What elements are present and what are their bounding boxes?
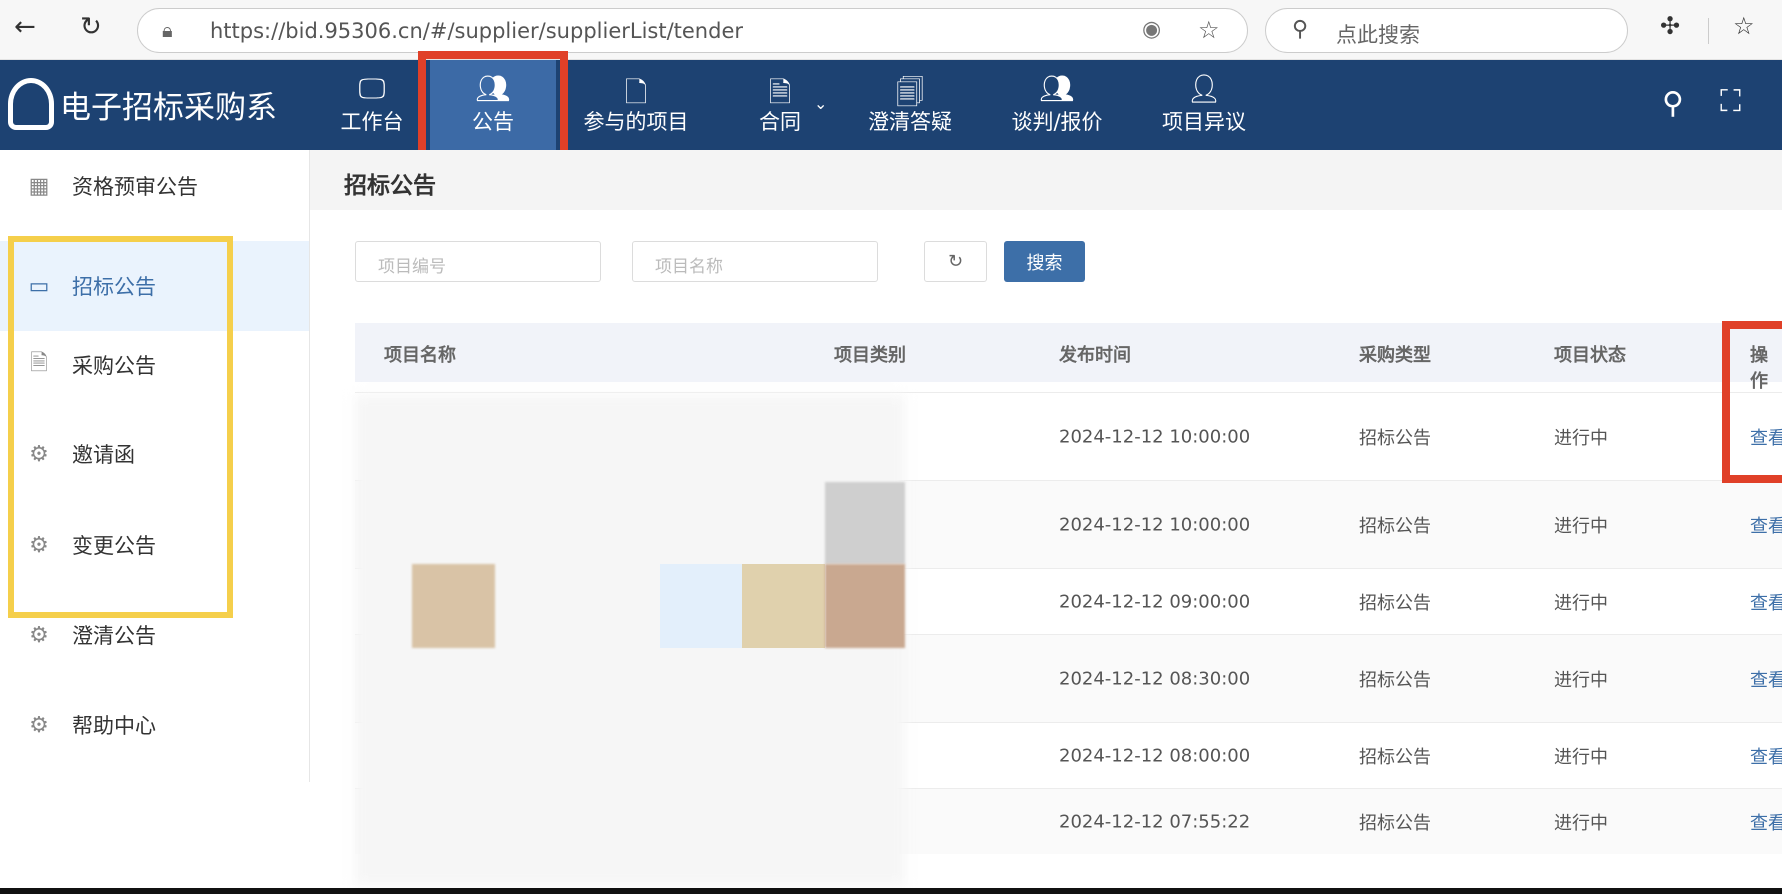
browser-toolbar: ← ↻ 🔒︎ https://bid.95306.cn/#/supplier/s… xyxy=(0,0,1782,60)
refresh-icon: ↻ xyxy=(947,251,964,272)
gear-icon: ⚙ xyxy=(29,712,49,738)
project-status: 进行中 xyxy=(1554,746,1608,768)
project-status: 进行中 xyxy=(1554,669,1608,691)
nav-label: 项目异议 xyxy=(1162,110,1246,134)
extensions-icon[interactable]: ✣ xyxy=(1660,12,1680,40)
publish-time: 2024-12-12 09:00:00 xyxy=(1059,591,1251,612)
chevron-down-icon[interactable]: ⌄ xyxy=(814,94,827,113)
fullscreen-icon[interactable]: ⛶ xyxy=(1720,84,1741,119)
users-icon: 👥︎ xyxy=(1039,72,1075,105)
redacted-block xyxy=(825,564,905,648)
logo: 电子招标采购系 xyxy=(8,78,277,130)
sidebar-item-label: 澄清公告 xyxy=(72,624,156,648)
publish-time: 2024-12-12 08:00:00 xyxy=(1059,745,1251,766)
nav-item-objection[interactable]: 👤︎ 项目异议 xyxy=(1150,60,1258,150)
project-status: 进行中 xyxy=(1554,427,1608,449)
project-status: 进行中 xyxy=(1554,592,1608,614)
view-link[interactable]: 查看 xyxy=(1750,512,1782,538)
sidebar-item-help[interactable]: ⚙ 帮助中心 xyxy=(0,680,309,770)
back-icon[interactable]: ← xyxy=(14,12,36,42)
publish-time: 2024-12-12 08:30:00 xyxy=(1059,668,1251,689)
view-link[interactable]: 查看 xyxy=(1750,809,1782,835)
redacted-block xyxy=(412,564,495,648)
highlight-nav-announcement xyxy=(418,51,568,161)
favorites-icon[interactable]: ☆ xyxy=(1733,12,1755,40)
col-header-time: 发布时间 xyxy=(1059,345,1131,366)
page-title: 招标公告 xyxy=(344,173,436,199)
col-header-category: 项目类别 xyxy=(834,345,906,366)
sidebar-item-label: 帮助中心 xyxy=(72,714,156,738)
nav-item-clarification[interactable]: 🗐︎ 澄清答疑 xyxy=(860,60,960,150)
address-bar[interactable]: 🔒︎ https://bid.95306.cn/#/supplier/suppl… xyxy=(137,8,1248,53)
sidebar-item-label: 资格预审公告 xyxy=(72,175,198,199)
highlight-action-column xyxy=(1722,321,1782,483)
procurement-type: 招标公告 xyxy=(1359,812,1431,834)
procurement-type: 招标公告 xyxy=(1359,669,1431,691)
star-icon[interactable]: ☆ xyxy=(1198,16,1220,44)
procurement-type: 招标公告 xyxy=(1359,592,1431,614)
nav-item-negotiation[interactable]: 👥︎ 谈判/报价 xyxy=(1000,60,1114,150)
sidebar-item-prequalification[interactable]: ▦ 资格预审公告 xyxy=(0,141,309,231)
browser-search[interactable]: ⚲ 点此搜索 xyxy=(1265,8,1628,53)
document-icon: 🗋︎ xyxy=(624,76,648,109)
project-status: 进行中 xyxy=(1554,515,1608,537)
search-icon[interactable]: ⚲ xyxy=(1662,86,1684,121)
edge-icon[interactable]: ◉ xyxy=(1142,17,1161,42)
reset-button[interactable]: ↻ xyxy=(924,241,987,282)
highlight-sidebar xyxy=(8,236,233,618)
grid-icon: ▦ xyxy=(28,173,50,199)
redacted-block xyxy=(742,564,825,648)
monitor-icon: 🖵︎ xyxy=(358,72,386,105)
view-link[interactable]: 查看 xyxy=(1750,589,1782,615)
nav-item-workbench[interactable]: 🖵︎ 工作台 xyxy=(322,60,422,150)
search-icon: ⚲ xyxy=(1292,17,1309,42)
project-name-input[interactable]: 项目名称 xyxy=(632,241,878,282)
url-text: https://bid.95306.cn/#/supplier/supplier… xyxy=(210,19,743,43)
gear-icon: ⚙ xyxy=(29,622,49,648)
procurement-type: 招标公告 xyxy=(1359,746,1431,768)
nav-label: 澄清答疑 xyxy=(868,110,952,134)
top-nav: 电子招标采购系 🖵︎ 工作台 👥︎ 公告 🗋︎ 参与的项目 🗎︎ 合同 ⌄ 🗐︎ 澄清答疑… xyxy=(0,60,1782,150)
procurement-type: 招标公告 xyxy=(1359,515,1431,537)
nav-item-projects[interactable]: 🗋︎ 参与的项目 xyxy=(570,60,702,150)
search-button[interactable]: 搜索 xyxy=(1004,241,1085,282)
nav-label: 合同 xyxy=(759,110,801,134)
project-code-input[interactable]: 项目编号 xyxy=(355,241,601,282)
divider xyxy=(1708,18,1709,44)
railway-logo-icon xyxy=(8,78,54,130)
qa-icon: 🗐︎ xyxy=(896,76,924,109)
project-status: 进行中 xyxy=(1554,812,1608,834)
view-link[interactable]: 查看 xyxy=(1750,666,1782,692)
objection-icon: 👤︎ xyxy=(1186,72,1222,105)
nav-label: 工作台 xyxy=(340,110,404,134)
search-placeholder: 点此搜索 xyxy=(1336,23,1420,47)
nav-label: 参与的项目 xyxy=(583,110,689,134)
col-header-name: 项目名称 xyxy=(384,345,456,366)
redacted-block xyxy=(660,564,742,648)
screen-edge xyxy=(0,888,1782,894)
publish-time: 2024-12-12 07:55:22 xyxy=(1059,811,1251,832)
lock-icon: 🔒︎ xyxy=(162,18,173,42)
contract-icon: 🗎︎ xyxy=(768,76,792,109)
nav-label: 谈判/报价 xyxy=(1011,110,1103,134)
col-header-type: 采购类型 xyxy=(1359,345,1431,366)
nav-item-contract[interactable]: 🗎︎ 合同 xyxy=(740,60,820,150)
logo-text: 电子招标采购系 xyxy=(60,89,277,126)
publish-time: 2024-12-12 10:00:00 xyxy=(1059,426,1251,447)
page-header: 招标公告 xyxy=(310,150,1782,210)
publish-time: 2024-12-12 10:00:00 xyxy=(1059,514,1251,535)
table-header: 项目名称 项目类别 发布时间 采购类型 项目状态 操作 xyxy=(355,323,1782,392)
col-header-status: 项目状态 xyxy=(1554,345,1626,366)
reload-icon[interactable]: ↻ xyxy=(80,12,102,42)
redacted-block xyxy=(825,482,905,564)
view-link[interactable]: 查看 xyxy=(1750,743,1782,769)
procurement-type: 招标公告 xyxy=(1359,427,1431,449)
